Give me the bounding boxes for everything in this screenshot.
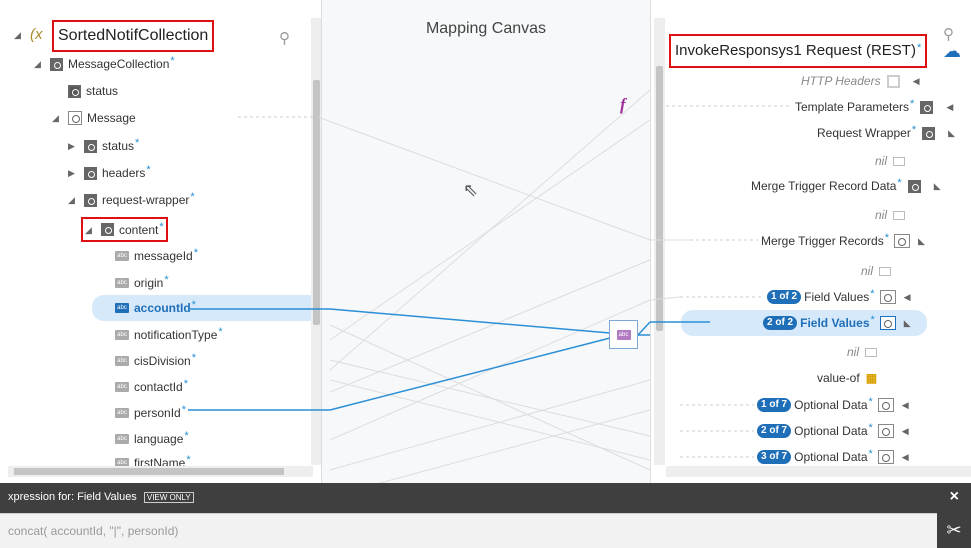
expression-title: xpression for: Field Values VIEW ONLY	[8, 491, 194, 503]
expression-input[interactable]: concat( accountId, "|", personId)	[0, 513, 971, 548]
function-icon[interactable]: f	[620, 95, 626, 115]
expression-prefix: xpression for:	[8, 491, 75, 503]
expression-text: concat( accountId, "|", personId)	[8, 524, 179, 538]
view-only-badge: VIEW ONLY	[143, 492, 194, 503]
tools-icon: ✂	[946, 520, 962, 540]
concat-function-icon: abc	[616, 329, 631, 340]
background-lines	[317, 89, 651, 483]
canvas-function-node[interactable]: abc	[609, 320, 638, 349]
link-line[interactable]	[329, 308, 611, 334]
link-line[interactable]	[329, 337, 611, 411]
expression-header: xpression for: Field Values VIEW ONLY ×	[0, 483, 971, 513]
close-icon[interactable]: ×	[950, 488, 959, 506]
mapping-lines	[188, 89, 790, 483]
expression-field-name: Field Values	[77, 491, 137, 503]
expression-tools-button[interactable]: ✂	[937, 513, 971, 548]
mouse-cursor-icon: ⇖	[463, 180, 479, 200]
